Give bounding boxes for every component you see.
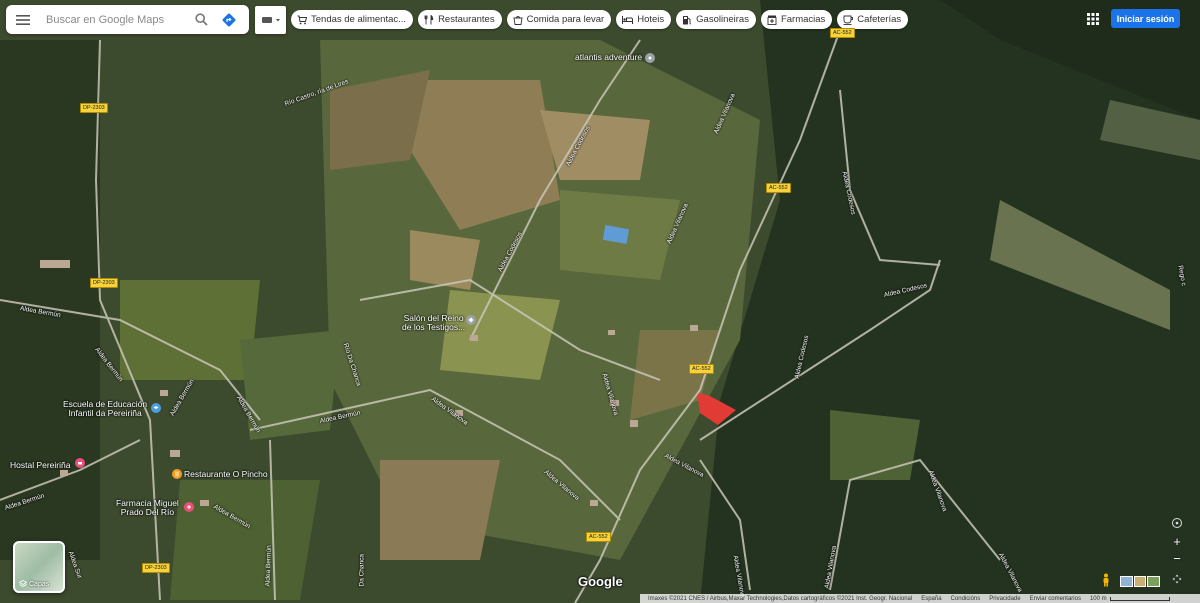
road-shield-ac552: AC-552 (830, 28, 855, 38)
imagery-credit: Imaxes ©2021 CNES / Airbus,Maxar Technol… (648, 595, 913, 602)
layers-icon (19, 580, 27, 587)
google-apps-icon[interactable] (1086, 12, 1100, 26)
chip-label: Gasolineiras (696, 14, 749, 25)
sign-in-button[interactable]: Iniciar sesión (1111, 9, 1180, 28)
hamburger-menu-icon (16, 14, 30, 25)
google-logo: Google (578, 574, 623, 589)
chip-takeout[interactable]: Comida para levar (506, 10, 612, 29)
chip-label: Hoteis (637, 14, 665, 25)
fork-knife-icon (424, 14, 434, 24)
place-atlantis-adventure[interactable]: atlantis adventure (575, 52, 656, 63)
scale-label: 100 m (1089, 595, 1107, 602)
menu-button[interactable] (6, 5, 40, 34)
thumbnail-2[interactable] (1133, 576, 1147, 587)
layers-button[interactable]: Capas (13, 541, 65, 593)
chip-label: Restaurantes (438, 14, 495, 25)
scale-bar[interactable]: 100 m (1090, 596, 1170, 602)
bed-icon (622, 15, 634, 24)
chip-label: Cafeterías (857, 14, 902, 25)
chip-restaurants[interactable]: Restaurantes (418, 10, 502, 29)
zoom-out-button[interactable]: − (1168, 551, 1186, 567)
expand-icon[interactable] (1172, 574, 1182, 584)
layers-caption: Capas (19, 580, 49, 588)
search-button[interactable] (188, 5, 214, 34)
layers-label: Capas (29, 580, 50, 588)
school-pin-icon[interactable] (151, 403, 161, 413)
thumbnail-1[interactable] (1120, 576, 1133, 587)
place-pin-icon[interactable] (466, 315, 476, 325)
chip-label: Tendas de alimentac... (311, 14, 407, 25)
category-icon (261, 17, 280, 23)
place-farmacia[interactable]: Farmacia Miguel Prado Del Río (116, 498, 179, 518)
chip-cafes[interactable]: Cafeterías (837, 10, 909, 29)
place-escuela[interactable]: Escuela de Educación Infantil da Pereiri… (63, 399, 147, 419)
chip-label: Farmacias (780, 14, 826, 25)
hotel-pin-icon[interactable] (75, 458, 85, 468)
category-chips: Tendas de alimentac... Restaurantes Comi… (291, 10, 909, 29)
compass-icon[interactable] (1171, 517, 1183, 529)
road-shield-ac552: AC-552 (766, 183, 791, 193)
satellite-map[interactable] (0, 0, 1200, 603)
attribution-bar: Imaxes ©2021 CNES / Airbus,Maxar Technol… (640, 594, 1200, 603)
coffee-icon (843, 15, 854, 25)
river-label-da-chanca: Da Chanca (358, 553, 366, 587)
road-shield-dp2303: DP-2303 (142, 563, 170, 573)
place-label: atlantis adventure (575, 52, 643, 62)
thumbnail-3[interactable] (1147, 576, 1161, 587)
pharmacy-pin-icon[interactable] (184, 502, 194, 512)
road-shield-dp2303: DP-2303 (80, 103, 108, 113)
search-icon (194, 13, 208, 26)
place-salon-del-reino[interactable]: Salón del Reino de los Testigos... (402, 313, 466, 333)
pegman-icon[interactable] (1101, 573, 1111, 587)
gas-pump-icon (683, 15, 691, 24)
country-link[interactable]: España (921, 596, 941, 602)
restaurant-pin-icon[interactable] (172, 469, 182, 479)
place-label-line2: Prado Del Río (120, 507, 175, 518)
terms-link[interactable]: Condicións (951, 596, 981, 602)
directions-button[interactable] (214, 5, 244, 34)
road-shield-dp2303: DP-2303 (90, 278, 118, 288)
search-box (6, 5, 249, 34)
chip-pharmacy[interactable]: Farmacias (760, 10, 833, 29)
imagery-thumbnails[interactable] (1120, 576, 1161, 587)
feedback-link[interactable]: Enviar comentarios (1030, 596, 1081, 602)
chip-groceries[interactable]: Tendas de alimentac... (291, 10, 414, 29)
chip-label: Comida para levar (526, 14, 605, 25)
search-input[interactable] (44, 12, 188, 27)
category-selector[interactable] (255, 6, 286, 34)
place-label-line2: de los Testigos... (402, 322, 466, 333)
place-restaurante[interactable]: Restaurante O Pincho (184, 469, 268, 479)
road-label-bermun-8: Aldea Bermún (264, 545, 273, 587)
pharmacy-icon (767, 15, 777, 25)
road-shield-ac552: AC-552 (689, 364, 714, 374)
place-hostal[interactable]: Hostal Pereiriña (10, 460, 70, 470)
chip-gas[interactable]: Gasolineiras (676, 10, 756, 29)
privacy-link[interactable]: Privacidade (989, 596, 1020, 602)
cart-icon (297, 15, 307, 24)
directions-icon (222, 13, 236, 26)
takeout-icon (513, 15, 523, 25)
place-label-line2: Infantil da Pereiriña (68, 408, 142, 419)
road-shield-ac552: AC-552 (586, 532, 611, 542)
zoom-in-button[interactable]: + (1168, 534, 1186, 550)
chip-hotels[interactable]: Hoteis (616, 10, 672, 29)
scale-line (1109, 596, 1170, 601)
